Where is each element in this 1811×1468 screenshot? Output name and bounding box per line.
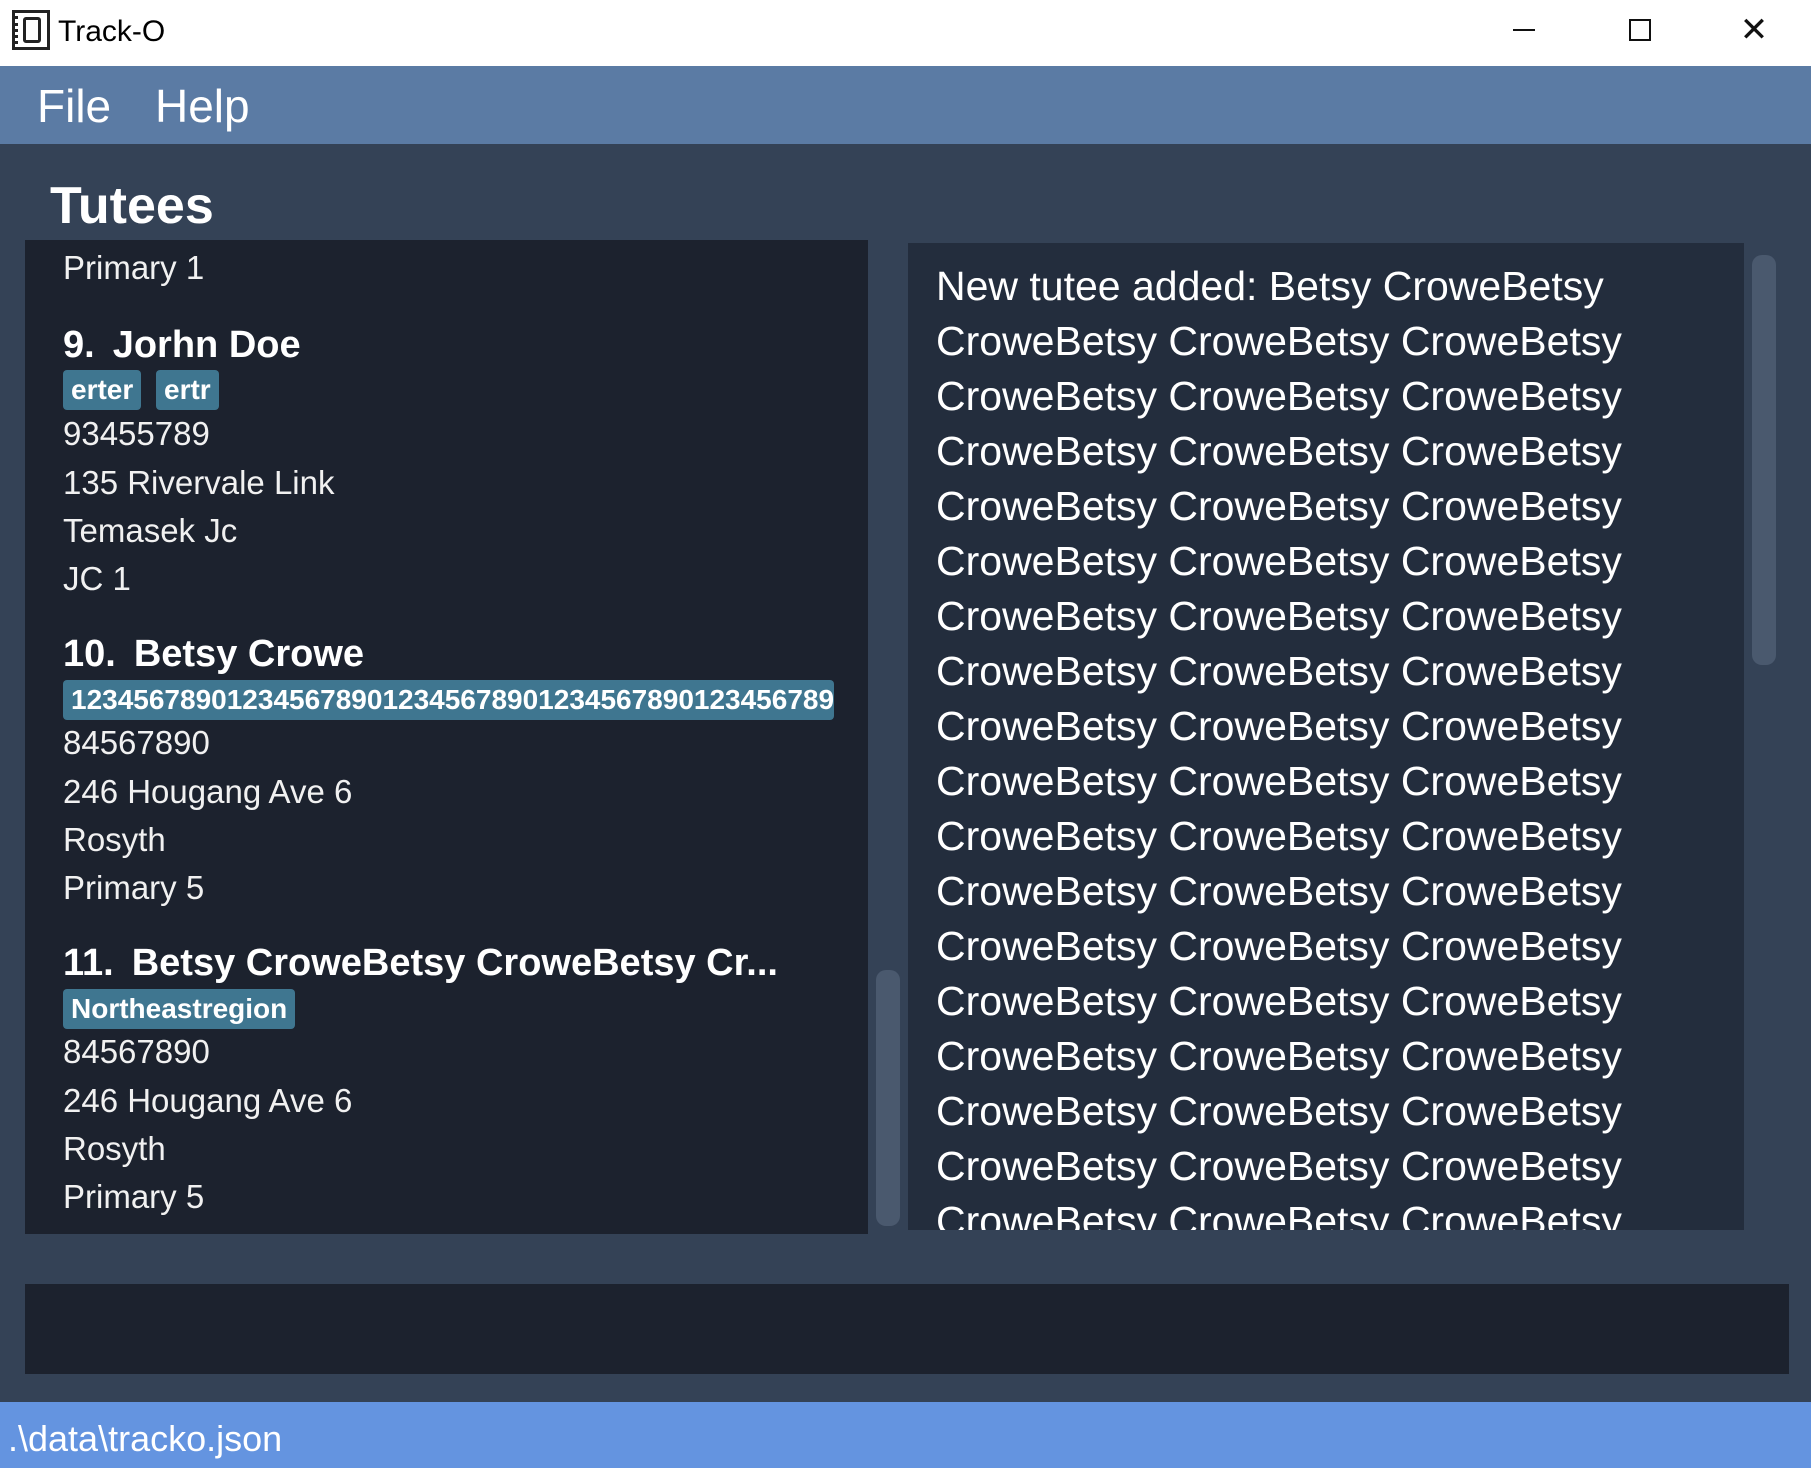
minimize-button[interactable] [1466,0,1582,60]
result-text: New tutee added: Betsy CroweBetsy CroweBe… [936,259,1656,1230]
maximize-button[interactable] [1582,0,1698,60]
tutee-index: 11. [63,942,114,984]
tutee-school: Rosyth [63,821,166,858]
command-input[interactable] [25,1284,1789,1374]
maximize-icon [1629,19,1651,41]
result-line: CroweBetsy CroweBetsy CroweBetsy [936,648,1622,694]
tutee-address: 135 Rivervale Link [63,464,335,501]
tutee-name-text: Betsy CroweBetsy CroweBetsy Cr... [131,942,778,984]
result-line: CroweBetsy CroweBetsy CroweBetsy [936,1143,1622,1189]
tutee-name: 11. Betsy CroweBetsy CroweBetsy Cr... [63,940,778,986]
result-line: New tutee added: Betsy CroweBetsy [936,263,1604,309]
address-book-icon [12,10,50,50]
file-path: .\data\tracko.json [8,1418,283,1459]
tutee-name: 10. Betsy Crowe [63,631,364,677]
tutee-level: Primary 1 [63,249,205,286]
menu-bar: File Help [0,66,1811,144]
result-line: CroweBetsy CroweBetsy CroweBetsy [936,703,1622,749]
minimize-icon [1513,29,1535,31]
result-line: CroweBetsy CroweBetsy CroweBetsy [936,1088,1622,1134]
close-button[interactable]: ✕ [1696,0,1811,60]
result-line: CroweBetsy CroweBetsy CroweBetsy [936,593,1622,639]
tutee-name-text: Jorhn Doe [112,324,301,366]
tutee-level: JC 1 [63,560,131,597]
tutee-address: 246 Hougang Ave 6 [63,1082,353,1119]
tag: 1234567890123456789012345678901234567890… [63,680,835,720]
tutee-address: 246 Hougang Ave 6 [63,773,353,810]
result-line: CroweBetsy CroweBetsy CroweBetsy [936,318,1622,364]
result-line: CroweBetsy CroweBetsy CroweBetsy [936,1033,1622,1079]
tutee-list[interactable]: Primary 1 9. Jorhn Doe erter ertr 9345578… [25,240,868,1234]
tutee-index: 9. [63,324,95,366]
list-scrollbar-thumb[interactable] [876,970,900,1226]
menu-help[interactable]: Help [155,80,250,132]
tutee-phone: 93455789 [63,415,210,452]
result-line: CroweBetsy CroweBetsy CroweBetsy [936,978,1622,1024]
tag: Northeastregion [63,989,296,1029]
result-line: CroweBetsy CroweBetsy CroweBetsy [936,868,1622,914]
result-line: CroweBetsy CroweBetsy CroweBetsy [936,538,1622,584]
status-bar: .\data\tracko.json [0,1402,1811,1468]
tutee-school: Temasek Jc [63,512,238,549]
tag: ertr [156,370,219,410]
result-line: CroweBetsy CroweBetsy CroweBetsy [936,428,1622,474]
tag: erter [63,370,142,410]
close-icon: ✕ [1739,11,1769,49]
tutee-phone: 84567890 [63,724,210,761]
menu-file[interactable]: File [37,80,111,132]
tutee-phone: 84567890 [63,1033,210,1070]
result-line: CroweBetsy CroweBetsy CroweBetsy [936,1198,1622,1230]
page-title: Tutees [50,177,214,235]
result-line: CroweBetsy CroweBetsy CroweBetsy [936,373,1622,419]
title-bar: Track-O ✕ [0,0,1811,66]
result-line: CroweBetsy CroweBetsy CroweBetsy [936,483,1622,529]
result-scrollbar-thumb[interactable] [1752,255,1776,665]
tutee-index: 10. [63,633,116,675]
tutee-name-text: Betsy Crowe [133,633,365,675]
tutee-school: Rosyth [63,1130,166,1167]
result-display[interactable]: New tutee added: Betsy CroweBetsy CroweBe… [908,243,1744,1230]
result-line: CroweBetsy CroweBetsy CroweBetsy [936,813,1622,859]
tutee-name: 9. Jorhn Doe [63,322,301,368]
tutee-level: Primary 5 [63,1178,205,1215]
tutee-level: Primary 5 [63,869,205,906]
result-line: CroweBetsy CroweBetsy CroweBetsy [936,923,1622,969]
result-line: CroweBetsy CroweBetsy CroweBetsy [936,758,1622,804]
window-title: Track-O [58,15,166,48]
